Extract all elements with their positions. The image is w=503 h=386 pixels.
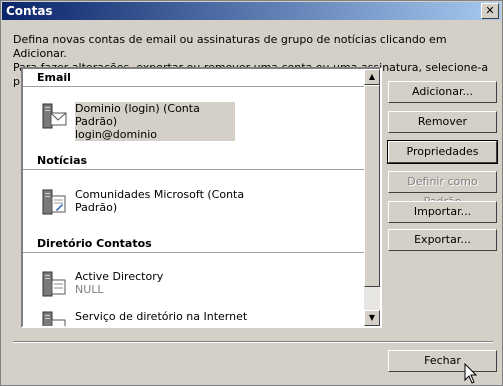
- title-bar: Contas ✕: [2, 2, 501, 20]
- account-detail: login@dominio: [75, 128, 235, 141]
- group-header-email: Email: [23, 71, 365, 87]
- account-name: Comunidades Microsoft (Conta: [75, 188, 245, 201]
- group-header-news: Notícias: [23, 154, 365, 170]
- mail-server-icon: [41, 103, 69, 131]
- close-icon[interactable]: ✕: [481, 3, 499, 19]
- window-title: Contas: [6, 4, 53, 18]
- directory-server-icon: [41, 311, 69, 326]
- account-name: Dominio (login) (Conta Padrão): [75, 102, 235, 128]
- scroll-thumb[interactable]: [364, 85, 380, 287]
- accounts-dialog: Contas ✕ Defina novas contas de email ou…: [0, 0, 503, 386]
- account-name: Serviço de diretório na Internet: [75, 310, 248, 323]
- import-button[interactable]: Importar...: [388, 201, 497, 223]
- remove-button[interactable]: Remover: [388, 111, 497, 133]
- account-name-cont: Padrão): [75, 201, 118, 214]
- group-header-directory: Diretório Contatos: [23, 237, 365, 253]
- account-name: Active Directory: [75, 270, 164, 283]
- list-item[interactable]: Serviço de diretório na Internet: [37, 309, 367, 326]
- account-detail: NULL: [75, 283, 104, 296]
- accounts-list[interactable]: Email Dominio (login) (Conta Padrão) log…: [21, 67, 382, 328]
- mouse-cursor-icon: [464, 363, 478, 384]
- list-item[interactable]: Dominio (login) (Conta Padrão) login@dom…: [37, 101, 367, 141]
- set-default-button[interactable]: Definir como Padrão: [388, 171, 497, 208]
- news-server-icon: [41, 189, 69, 217]
- properties-button[interactable]: Propriedades: [387, 140, 498, 164]
- separator: [13, 341, 493, 343]
- list-item[interactable]: Active Directory NULL: [37, 269, 367, 303]
- close-button[interactable]: Fechar: [388, 350, 497, 372]
- add-button[interactable]: Adicionar...: [388, 81, 497, 103]
- export-button[interactable]: Exportar...: [388, 229, 497, 251]
- instructions-line-1: Defina novas contas de email ou assinatu…: [13, 33, 447, 60]
- vertical-scrollbar[interactable]: ▲ ▼: [364, 69, 380, 326]
- scroll-down-icon[interactable]: ▼: [364, 310, 380, 326]
- scroll-up-icon[interactable]: ▲: [364, 69, 380, 85]
- list-item[interactable]: Comunidades Microsoft (Conta Padrão): [37, 187, 367, 221]
- directory-server-icon: [41, 271, 69, 299]
